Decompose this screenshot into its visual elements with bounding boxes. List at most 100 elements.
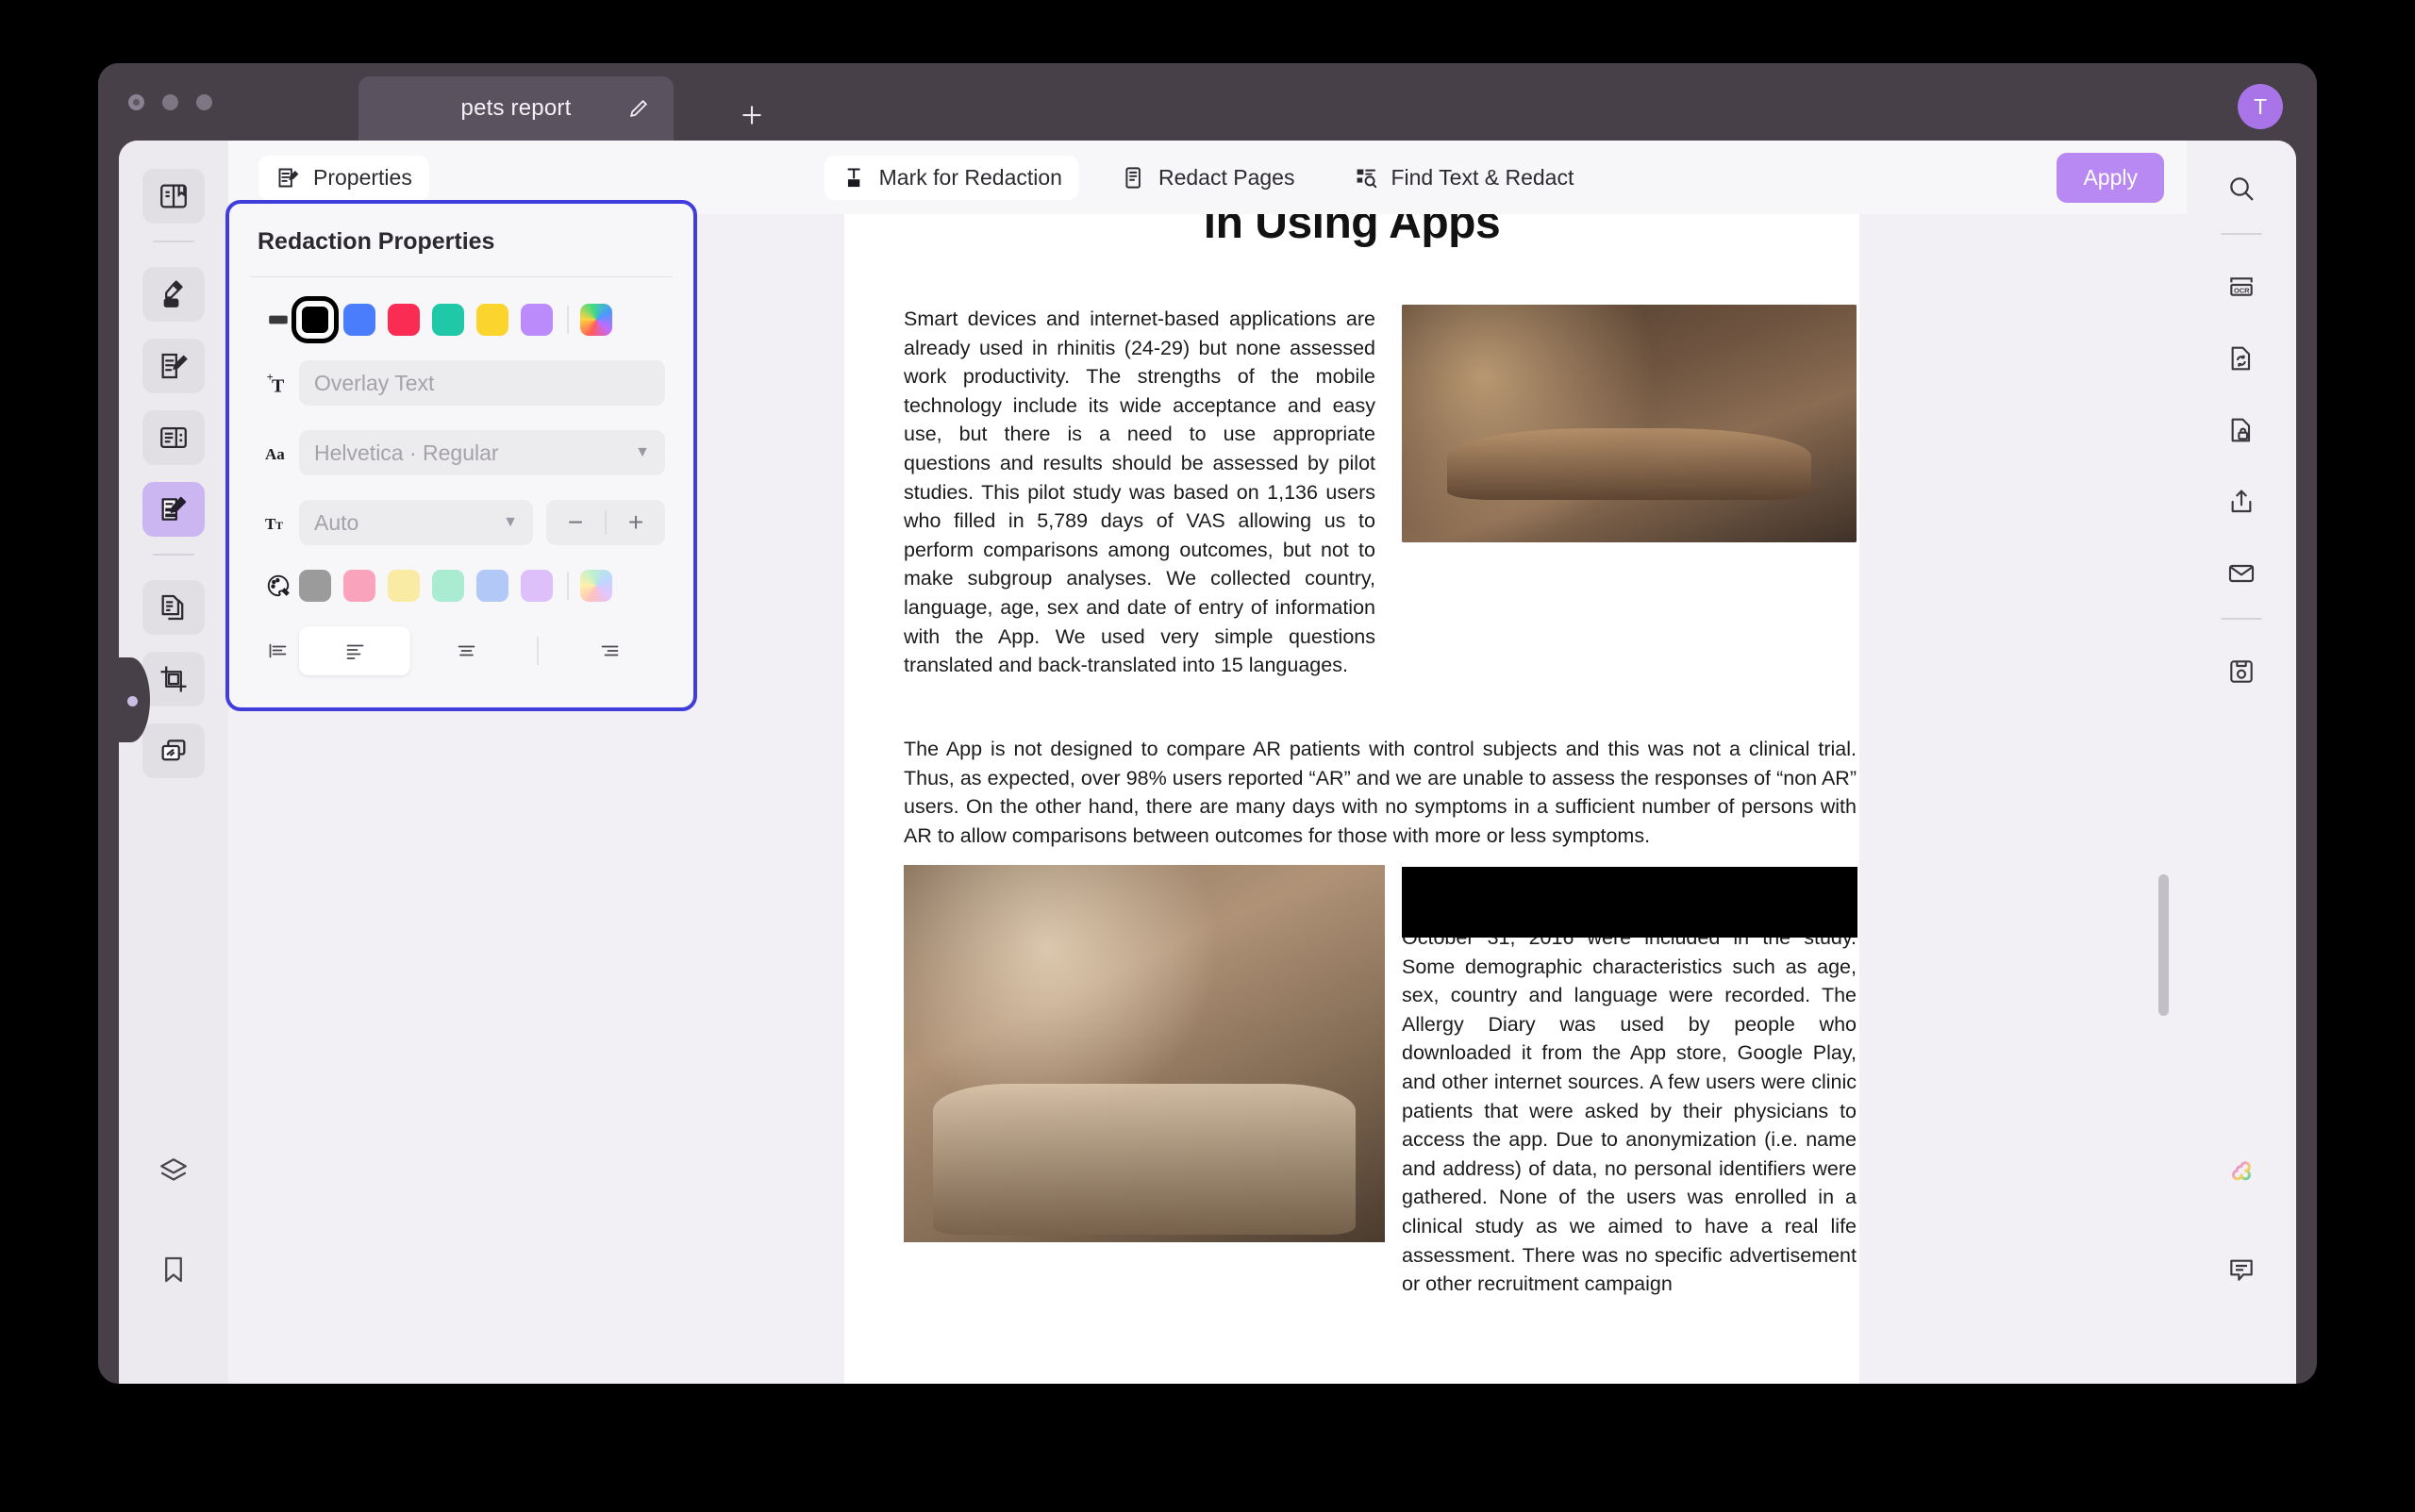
sidebar-item-forms[interactable] (142, 410, 205, 465)
font-size-select[interactable]: Auto ▼ (299, 500, 533, 545)
svg-text:OCR: OCR (2234, 286, 2250, 294)
handle-dot (127, 696, 138, 706)
text-swatch-gray[interactable] (299, 570, 331, 602)
plus-icon[interactable]: + (607, 507, 665, 538)
right-item-search[interactable] (2210, 161, 2273, 216)
rainbow-picker-icon[interactable] (580, 570, 612, 602)
pencil-icon[interactable] (628, 98, 649, 119)
layers-icon (158, 1155, 190, 1188)
document-tab[interactable]: pets report (358, 76, 674, 141)
left-toolbar (119, 141, 228, 1384)
magnifier-icon (2226, 174, 2257, 204)
stack-files-icon (158, 735, 190, 767)
document-viewer[interactable]: in Using Apps Smart devices and internet… (700, 214, 2187, 1384)
font-size-row: T T Auto ▼ − + (258, 500, 665, 545)
panel-divider (250, 276, 673, 277)
redacted-black-bar[interactable] (1402, 867, 1857, 938)
share-upload-icon (2226, 487, 2257, 517)
properties-button[interactable]: Properties (258, 155, 429, 200)
paragraph-right-text: October 31, 2016 were included in the st… (1402, 926, 1857, 1296)
fill-swatch-icon (258, 307, 299, 332)
sidebar-item-highlighter[interactable] (142, 267, 205, 322)
alignment-row (258, 626, 665, 675)
sidebar-item-edit-document[interactable] (142, 339, 205, 393)
find-text-redact-icon (1353, 165, 1378, 191)
maximize-button[interactable] (196, 94, 212, 110)
fill-swatch-red[interactable] (388, 304, 420, 336)
app-shell: Properties Mark for Redaction Redact Pag… (119, 141, 2296, 1384)
properties-icon (275, 165, 301, 191)
right-item-ocr[interactable]: OCR (2210, 259, 2273, 314)
fill-swatch-yellow[interactable] (476, 304, 508, 336)
alignment-divider (537, 637, 539, 665)
find-text-redact-button[interactable]: Find Text & Redact (1336, 156, 1591, 200)
svg-text:+: + (267, 372, 274, 384)
right-item-comments[interactable] (2210, 1242, 2273, 1297)
text-swatch-blue[interactable] (476, 570, 508, 602)
comment-bubble-icon (2226, 1254, 2257, 1285)
fill-swatch-purple[interactable] (521, 304, 553, 336)
document-columns-icon (158, 422, 190, 454)
text-swatch-mint[interactable] (432, 570, 464, 602)
sidebar-item-layers[interactable] (142, 1144, 205, 1199)
text-swatch-yellow[interactable] (388, 570, 420, 602)
document-lock-icon (2226, 415, 2257, 445)
text-swatch-lavender[interactable] (521, 570, 553, 602)
align-right-button[interactable] (554, 626, 665, 675)
scrollbar-thumb[interactable] (2158, 874, 2169, 1016)
app-window: pets report T Properties Mark for Redact… (98, 63, 2317, 1384)
sidebar-item-organize-pages[interactable] (142, 580, 205, 635)
properties-label: Properties (313, 164, 412, 190)
align-center-icon (454, 640, 479, 662)
apply-button[interactable]: Apply (2057, 152, 2164, 203)
window-controls (128, 94, 212, 110)
floppy-save-icon (2226, 656, 2257, 687)
redact-pages-icon (1121, 165, 1146, 191)
right-item-protect[interactable] (2210, 403, 2273, 457)
svg-text:Aa: Aa (265, 445, 285, 463)
bookmark-icon (158, 1254, 190, 1286)
right-item-email[interactable] (2210, 546, 2273, 601)
right-item-share[interactable] (2210, 474, 2273, 529)
right-item-convert[interactable] (2210, 331, 2273, 386)
font-family-select[interactable]: Helvetica · Regular ▼ (299, 430, 665, 475)
fill-swatch-teal[interactable] (432, 304, 464, 336)
sidebar-item-redaction[interactable] (142, 482, 205, 537)
sidebar-item-combine-files[interactable] (142, 723, 205, 778)
text-swatch-pink[interactable] (343, 570, 375, 602)
right-divider-1 (2221, 233, 2262, 235)
sidebar-item-bookmarks[interactable] (142, 1242, 205, 1297)
mark-redaction-icon (841, 165, 867, 191)
align-center-button[interactable] (410, 626, 522, 675)
find-text-redact-label: Find Text & Redact (1391, 164, 1574, 190)
minimize-button[interactable] (162, 94, 178, 110)
chevron-down-icon: ▼ (503, 514, 518, 530)
pdf-page: in Using Apps Smart devices and internet… (844, 214, 1859, 1384)
right-item-ai-assistant[interactable] (2210, 1144, 2273, 1199)
plus-icon[interactable] (736, 99, 768, 131)
mark-for-redaction-button[interactable]: Mark for Redaction (824, 155, 1079, 200)
fill-swatch-black[interactable] (291, 296, 339, 343)
avatar[interactable]: T (2238, 84, 2283, 129)
sidebar-item-crop-pages[interactable] (142, 652, 205, 706)
right-toolbar: OCR (2187, 141, 2296, 1384)
close-button[interactable] (128, 94, 144, 110)
pages-copy-icon (158, 591, 190, 623)
fill-swatch-blue[interactable] (343, 304, 375, 336)
document-scrollbar[interactable] (2157, 214, 2170, 1384)
font-family-value: Helvetica · Regular (314, 440, 499, 465)
title-bar: pets report T (98, 63, 2317, 141)
overlay-text-input[interactable]: Overlay Text (299, 360, 665, 406)
right-item-save[interactable] (2210, 644, 2273, 699)
align-left-button[interactable] (299, 626, 410, 675)
align-right-icon (597, 640, 623, 662)
page-heading: in Using Apps (1203, 214, 1501, 248)
sidebar-item-reader-view[interactable] (142, 169, 205, 224)
text-color-swatches (299, 570, 665, 602)
overlay-text-row: T + Overlay Text (258, 360, 665, 406)
minus-icon[interactable]: − (546, 507, 605, 538)
rainbow-picker-icon[interactable] (580, 304, 612, 336)
redact-pages-button[interactable]: Redact Pages (1104, 156, 1311, 200)
redaction-properties-panel: Redaction Properties T + Overlay Text Aa… (225, 200, 697, 711)
redact-pages-label: Redact Pages (1158, 164, 1295, 190)
